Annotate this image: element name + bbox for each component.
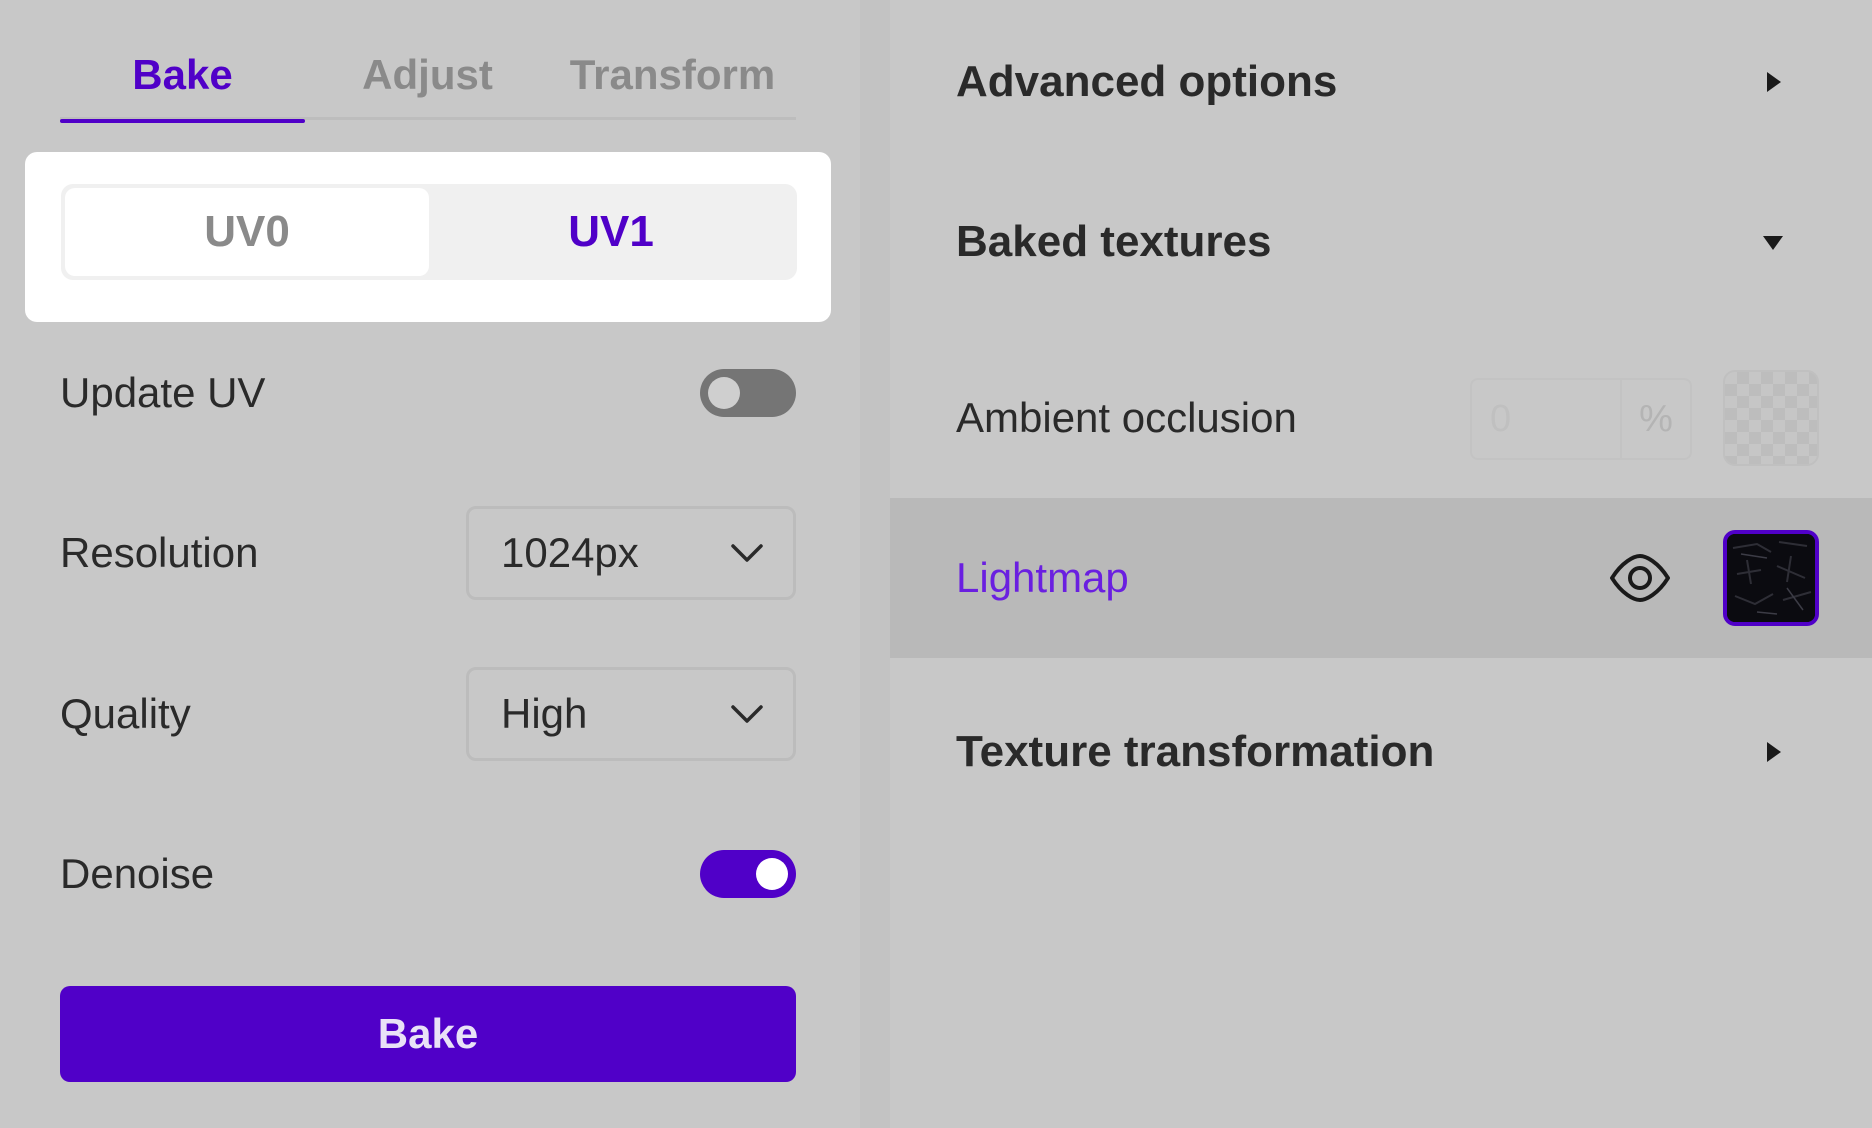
texture-row-lightmap[interactable]: Lightmap [890, 498, 1872, 658]
triangle-right-icon [1767, 72, 1781, 92]
advanced-options-title: Advanced options [956, 57, 1338, 106]
percent-unit: % [1639, 397, 1673, 440]
ambient-occlusion-label: Ambient occlusion [956, 394, 1297, 441]
quality-select[interactable]: High [466, 667, 796, 761]
uv-selector-card: UV0 UV1 [25, 152, 831, 322]
advanced-options-header[interactable]: Advanced options [956, 42, 1786, 122]
resolution-label: Resolution [60, 529, 259, 576]
uv0-option[interactable]: UV0 [65, 188, 429, 276]
quality-label: Quality [60, 690, 191, 737]
quality-value: High [501, 690, 588, 737]
texture-transformation-title: Texture transformation [956, 727, 1435, 776]
texture-transformation-header[interactable]: Texture transformation [956, 712, 1786, 792]
denoise-row: Denoise [60, 826, 796, 922]
denoise-label: Denoise [60, 850, 215, 897]
toggle-knob [756, 858, 788, 890]
resolution-value: 1024px [501, 529, 639, 576]
chevron-down-icon [731, 705, 763, 723]
baked-textures-header[interactable]: Baked textures [956, 202, 1786, 282]
ambient-occlusion-thumbnail[interactable] [1723, 370, 1819, 466]
tab-adjust[interactable]: Adjust [305, 30, 550, 120]
tab-transform[interactable]: Transform [550, 30, 795, 120]
bake-settings-panel: Bake Adjust Transform UV0 UV1 Update UV … [0, 0, 860, 1128]
triangle-right-icon [1767, 742, 1781, 762]
resolution-select[interactable]: 1024px [466, 506, 796, 600]
baked-textures-title: Baked textures [956, 217, 1272, 266]
update-uv-row: Update UV [60, 345, 796, 441]
textures-panel: Advanced options Baked textures Ambient … [890, 0, 1872, 1128]
bake-button[interactable]: Bake [60, 986, 796, 1082]
toggle-knob [708, 377, 740, 409]
eye-icon[interactable] [1608, 548, 1672, 608]
denoise-toggle[interactable] [700, 850, 796, 898]
resolution-row: Resolution 1024px [60, 505, 796, 601]
uv-segmented-control: UV0 UV1 [61, 184, 797, 280]
texture-row-ambient-occlusion[interactable]: Ambient occlusion 0 % [890, 338, 1872, 498]
update-uv-toggle[interactable] [700, 369, 796, 417]
panel-divider [860, 0, 890, 1128]
ambient-occlusion-input[interactable]: 0 % [1470, 378, 1692, 460]
triangle-down-icon [1763, 236, 1783, 250]
uv1-option[interactable]: UV1 [429, 188, 793, 276]
chevron-down-icon [731, 544, 763, 562]
quality-row: Quality High [60, 666, 796, 762]
lightmap-texture-pattern [1727, 534, 1815, 622]
update-uv-label: Update UV [60, 369, 266, 416]
lightmap-thumbnail[interactable] [1723, 530, 1819, 626]
ambient-occlusion-value: 0 [1472, 380, 1622, 458]
lightmap-label: Lightmap [956, 554, 1129, 601]
tab-bar: Bake Adjust Transform [60, 30, 796, 123]
tab-bake[interactable]: Bake [60, 30, 305, 123]
